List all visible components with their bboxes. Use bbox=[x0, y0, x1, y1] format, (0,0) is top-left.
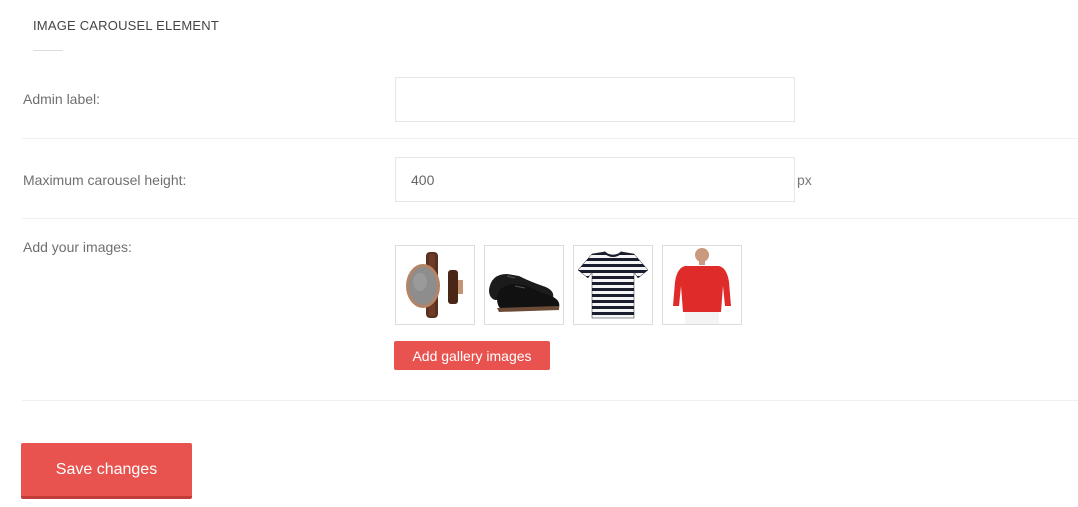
image-thumbnail-sweater[interactable] bbox=[662, 245, 742, 325]
save-changes-button[interactable]: Save changes bbox=[21, 443, 192, 499]
admin-label-label: Admin label: bbox=[23, 91, 101, 107]
divider bbox=[22, 400, 1078, 401]
admin-label-input[interactable] bbox=[395, 77, 795, 122]
max-height-input[interactable] bbox=[395, 157, 795, 202]
divider bbox=[22, 218, 1078, 219]
section-title-underline bbox=[33, 50, 63, 51]
image-thumbnail-shoes[interactable] bbox=[484, 245, 564, 325]
add-gallery-images-button[interactable]: Add gallery images bbox=[394, 341, 550, 370]
image-thumbnail-watch[interactable] bbox=[395, 245, 475, 325]
images-label: Add your images: bbox=[23, 239, 132, 255]
divider bbox=[22, 138, 1078, 139]
max-height-label: Maximum carousel height: bbox=[23, 172, 187, 188]
watch-icon bbox=[406, 252, 463, 318]
image-thumbnail-tshirt[interactable] bbox=[573, 245, 653, 325]
red-sweater-icon bbox=[673, 248, 731, 324]
striped-tshirt-icon bbox=[577, 251, 649, 319]
max-height-unit: px bbox=[797, 172, 812, 188]
section-title: IMAGE CAROUSEL ELEMENT bbox=[33, 18, 219, 33]
shoes-icon bbox=[489, 274, 560, 312]
